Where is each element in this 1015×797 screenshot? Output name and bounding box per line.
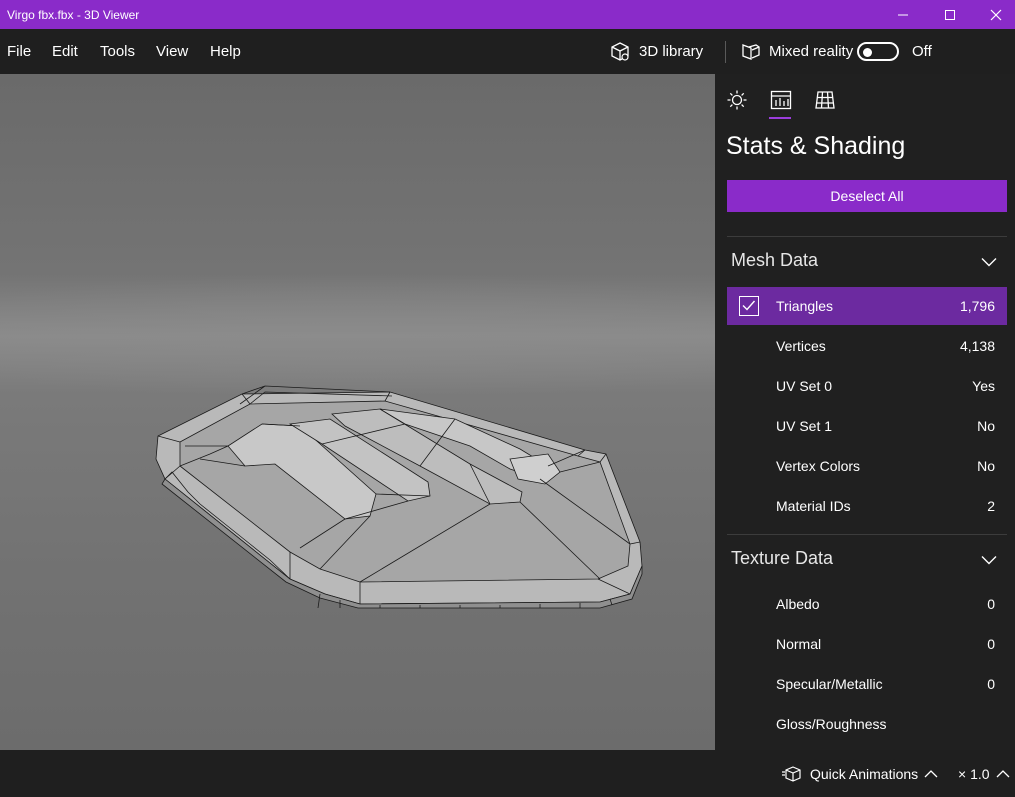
wireframe-model xyxy=(155,385,643,609)
animation-cube-icon xyxy=(782,765,801,782)
maximize-icon xyxy=(945,9,955,20)
mesh-row-material-ids[interactable]: Material IDs 2 xyxy=(727,487,1007,525)
menu-file[interactable]: File xyxy=(7,29,31,74)
grid-tab-icon[interactable] xyxy=(813,88,837,112)
row-label: Vertex Colors xyxy=(776,458,861,474)
close-button[interactable] xyxy=(973,0,1015,29)
texture-row-normal[interactable]: Normal 0 xyxy=(727,625,1007,663)
row-value: No xyxy=(977,418,995,434)
row-value: 1,796 xyxy=(959,298,995,314)
menu-edit[interactable]: Edit xyxy=(52,29,78,74)
mesh-row-uv-set-1[interactable]: UV Set 1 No xyxy=(727,407,1007,445)
lighting-tab-icon[interactable] xyxy=(725,88,749,112)
row-value: 2 xyxy=(987,498,995,514)
playback-speed-label: × 1.0 xyxy=(958,765,990,782)
row-label: UV Set 1 xyxy=(776,418,833,434)
3d-viewport[interactable] xyxy=(0,74,715,750)
maximize-button[interactable] xyxy=(927,0,973,29)
row-value: Yes xyxy=(972,378,995,394)
3d-library-label: 3D library xyxy=(639,43,704,60)
chevron-down-icon[interactable] xyxy=(981,257,997,267)
mesh-row-triangles[interactable]: Triangles 1,796 xyxy=(727,287,1007,325)
title-bar: Virgo fbx.fbx - 3D Viewer xyxy=(0,0,1015,29)
row-value: 4,138 xyxy=(959,338,995,354)
menu-help[interactable]: Help xyxy=(210,29,241,74)
playback-speed-button[interactable]: × 1.0 xyxy=(958,750,1010,797)
row-label: Specular/Metallic xyxy=(776,676,883,692)
row-label: Normal xyxy=(776,636,822,652)
cube-library-icon xyxy=(611,41,629,61)
panel-title: Stats & Shading xyxy=(726,132,906,160)
active-tab-indicator xyxy=(769,117,791,119)
minimize-button[interactable] xyxy=(880,0,926,29)
mesh-row-uv-set-0[interactable]: UV Set 0 Yes xyxy=(727,367,1007,405)
deselect-all-button[interactable]: Deselect All xyxy=(727,180,1007,212)
toggle-knob xyxy=(863,47,872,57)
row-label: UV Set 0 xyxy=(776,378,833,394)
3d-library-button[interactable]: 3D library xyxy=(609,29,703,74)
mesh-data-header[interactable]: Mesh Data xyxy=(731,250,818,271)
menu-tools[interactable]: Tools xyxy=(100,29,135,74)
stats-tab-icon[interactable] xyxy=(769,88,793,112)
mesh-row-vertex-colors[interactable]: Vertex Colors No xyxy=(727,447,1007,485)
mixed-reality-icon xyxy=(742,43,760,60)
checkmark-icon xyxy=(742,300,756,311)
chevron-up-icon xyxy=(924,769,938,777)
texture-row-specular-metallic[interactable]: Specular/Metallic 0 xyxy=(727,665,1007,703)
row-label: Vertices xyxy=(776,338,826,354)
row-label: Albedo xyxy=(776,596,820,612)
row-label: Material IDs xyxy=(776,498,851,514)
side-panel: Stats & Shading Deselect All Mesh Data T… xyxy=(715,74,1015,750)
quick-animations-button[interactable]: Quick Animations xyxy=(782,750,938,797)
minimize-icon xyxy=(898,14,908,15)
quick-animations-label: Quick Animations xyxy=(810,765,919,782)
chevron-up-icon xyxy=(996,769,1009,777)
row-value: 0 xyxy=(987,596,995,612)
toolbar-separator xyxy=(725,41,726,63)
triangles-checkbox[interactable] xyxy=(739,296,759,316)
mesh-row-vertices[interactable]: Vertices 4,138 xyxy=(727,327,1007,365)
row-label: Gloss/Roughness xyxy=(776,716,887,732)
texture-row-albedo[interactable]: Albedo 0 xyxy=(727,585,1007,623)
mixed-reality-button[interactable]: Mixed reality xyxy=(741,29,853,74)
close-icon xyxy=(990,9,1002,20)
mixed-reality-state: Off xyxy=(912,43,932,60)
section-divider xyxy=(727,534,1007,535)
menu-view[interactable]: View xyxy=(156,29,188,74)
mixed-reality-label: Mixed reality xyxy=(769,43,854,60)
section-divider xyxy=(727,236,1007,237)
chevron-down-icon[interactable] xyxy=(981,555,997,565)
row-value: No xyxy=(977,458,995,474)
window-title: Virgo fbx.fbx - 3D Viewer xyxy=(7,7,140,22)
row-label: Triangles xyxy=(776,298,834,314)
texture-data-header[interactable]: Texture Data xyxy=(731,548,833,569)
texture-row-gloss-roughness[interactable]: Gloss/Roughness xyxy=(727,705,1007,743)
row-value: 0 xyxy=(987,636,995,652)
mixed-reality-toggle[interactable] xyxy=(857,42,899,61)
row-value: 0 xyxy=(987,676,995,692)
